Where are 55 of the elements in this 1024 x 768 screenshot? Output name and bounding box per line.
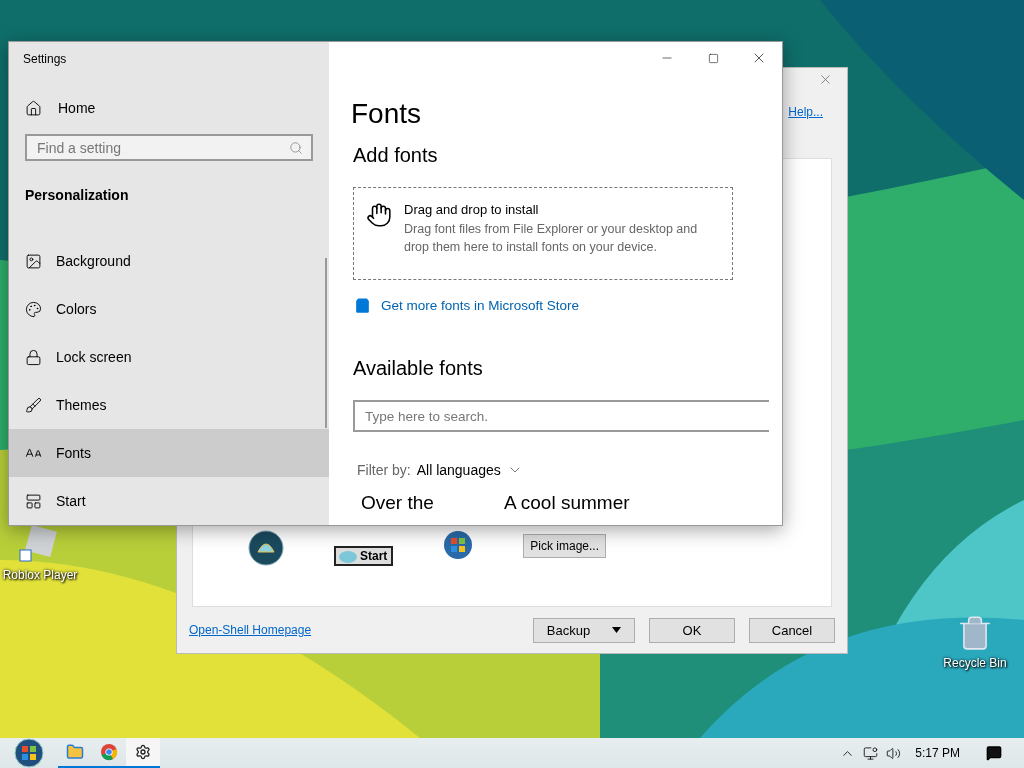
page-title: Fonts [351, 98, 423, 130]
start-orb-icon[interactable] [12, 738, 46, 768]
search-field[interactable]: Find a setting [25, 134, 313, 161]
font-preview[interactable]: Over the [361, 492, 434, 514]
palette-icon [25, 300, 42, 318]
home-nav-item[interactable]: Home [9, 92, 329, 125]
settings-icon[interactable] [135, 744, 151, 760]
store-link[interactable]: Get more fonts in Microsoft Store [381, 298, 580, 313]
drop-title: Drag and drop to install [404, 202, 540, 217]
nav-item[interactable]: Themes [9, 381, 329, 429]
language-filter[interactable]: Filter by: All languages [357, 462, 782, 478]
close-icon[interactable] [818, 72, 833, 87]
shell-orb-icon [248, 530, 284, 566]
section-heading: Add fonts [353, 144, 439, 167]
maximize-icon[interactable] [707, 52, 719, 64]
homepage-link[interactable]: Open-Shell Homepage [189, 623, 312, 637]
brush-icon [25, 396, 42, 414]
store-icon [353, 296, 372, 315]
section-heading: Available fonts [353, 357, 484, 380]
home-icon [25, 99, 42, 117]
icon-label: Roblox Player [2, 568, 78, 582]
icon-label: Recycle Bin [943, 656, 1007, 670]
nav-item[interactable]: Lock screen [9, 333, 329, 381]
notifications-icon[interactable] [986, 745, 1002, 761]
drop-zone[interactable]: Drag and drop to install Drag font files from File Explorer or your desktop and drop them here to install fonts on your device. [353, 187, 733, 280]
drop-description: Drag font files from File Explorer or your desktop and drop them here to install fonts on your device. [404, 221, 699, 256]
volume-icon[interactable] [886, 745, 902, 761]
backup-button[interactable]: Backup [533, 617, 635, 643]
picture-icon [25, 252, 42, 270]
dialog-button[interactable]: Cancel [749, 617, 835, 643]
nav-item[interactable]: Background [9, 237, 329, 285]
clock[interactable]: 5:17 PM [915, 746, 960, 760]
folder-icon[interactable] [66, 743, 84, 761]
lock-icon [25, 348, 42, 366]
nav-item[interactable]: Start [9, 477, 329, 525]
dropdown-arrow-icon [612, 627, 622, 633]
scrollbar[interactable] [325, 258, 327, 428]
nav-item[interactable]: Fonts [9, 429, 329, 477]
font-preview[interactable]: A cool summer [503, 492, 630, 514]
dialog-button[interactable]: OK [649, 617, 735, 643]
pick-image-button[interactable]: Pick image... [523, 534, 607, 558]
network-icon[interactable] [863, 745, 879, 761]
start-label: Start [360, 549, 388, 563]
font-search-field[interactable]: Type here to search. [353, 400, 769, 432]
nav-item[interactable]: Colors [9, 285, 329, 333]
tiles-icon [25, 492, 42, 510]
windows-orb-icon [443, 530, 474, 560]
window-title: Settings [23, 52, 68, 66]
shell-icon [338, 549, 358, 563]
help-link[interactable]: Help... [788, 105, 823, 119]
search-icon [289, 140, 303, 155]
hand-cursor-icon [366, 202, 392, 228]
browser-icon[interactable] [100, 743, 118, 761]
section-heading: Personalization [25, 187, 130, 203]
taskbar-app[interactable] [126, 738, 160, 768]
